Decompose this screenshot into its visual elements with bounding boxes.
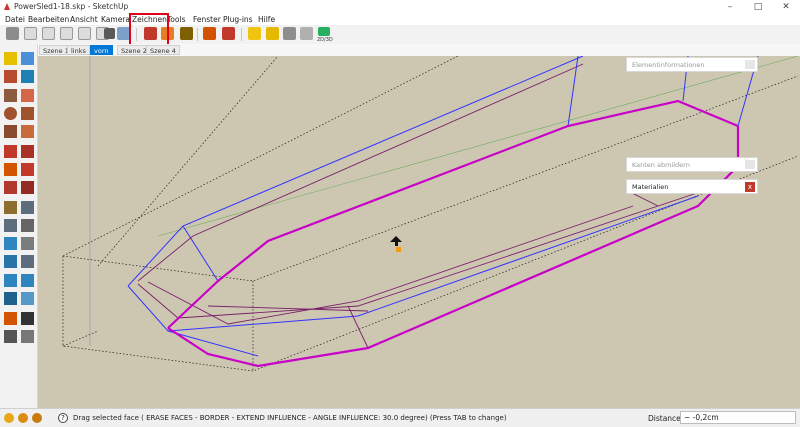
tab-vorn[interactable]: vorn [90, 45, 113, 55]
section-plane-icon[interactable] [21, 330, 34, 343]
menu-plugins[interactable]: Plug-ins [223, 15, 253, 24]
credits-icon[interactable] [18, 413, 28, 423]
top-view-icon[interactable] [24, 27, 37, 40]
text-tool-icon[interactable] [21, 219, 34, 232]
export-label: 2D/3D [317, 37, 333, 43]
materials-title: Materialien [632, 183, 669, 191]
zoom-tool-icon[interactable] [4, 274, 17, 287]
back-view-icon[interactable] [78, 27, 91, 40]
menu-fenster[interactable]: Fenster [193, 15, 221, 24]
measurement-input[interactable]: ~ -0,2cm [680, 411, 796, 424]
xray-style-icon[interactable] [104, 28, 115, 39]
soften-edges-panel[interactable]: Kanten abmildern [626, 157, 758, 172]
tab-links[interactable]: links [67, 45, 90, 55]
soften-edges-title: Kanten abmildern [632, 161, 690, 169]
rectangle-tool-icon[interactable] [4, 89, 17, 102]
circle-tool-icon[interactable] [4, 107, 17, 120]
menu-ansicht[interactable]: Ansicht [70, 15, 98, 24]
materials-panel[interactable]: Materialien x [626, 179, 758, 194]
select-tool-icon[interactable] [4, 52, 17, 65]
pie-tool-icon[interactable] [21, 125, 34, 138]
maximize-button[interactable]: □ [748, 1, 768, 13]
rotate-tool-icon[interactable] [4, 163, 17, 176]
axes-tool-icon[interactable] [4, 237, 17, 250]
3d-text-tool-icon[interactable] [21, 237, 34, 250]
close-button[interactable]: ✕ [776, 1, 796, 13]
tab-szene-4[interactable]: Szene 4 [146, 45, 180, 55]
paint-bucket-icon[interactable] [203, 27, 216, 40]
extension-icon[interactable] [222, 27, 235, 40]
export-icon[interactable] [318, 27, 330, 36]
menu-tools[interactable]: Tools [167, 15, 185, 24]
menu-bearbeiten[interactable]: Bearbeiten [28, 15, 69, 24]
measurement-label: Distance [648, 414, 681, 423]
help-icon[interactable]: ? [58, 413, 68, 423]
status-bar: ? Drag selected face ( ERASE FACES - BOR… [0, 408, 800, 427]
scene-tabs: Szene 1 links vorn Szene 2 Szene 4 [37, 44, 800, 56]
close-icon[interactable]: x [745, 182, 755, 192]
title-bar: PowerSled1-18.skp - SketchUp – □ ✕ [0, 0, 800, 14]
offset-tool-icon[interactable] [21, 181, 34, 194]
push-pull-cursor-icon [390, 236, 402, 252]
user-icon[interactable] [32, 413, 42, 423]
panel-toggle-icon[interactable] [745, 60, 755, 69]
panel-toggle-icon[interactable] [745, 160, 755, 169]
walk-tool-icon[interactable] [4, 330, 17, 343]
north-arrow-icon[interactable] [180, 27, 193, 40]
position-camera-icon[interactable] [4, 312, 17, 325]
front-view-icon[interactable] [42, 27, 55, 40]
push-pull-icon[interactable] [21, 145, 34, 158]
main-toolbar: 2D/3D [0, 25, 800, 45]
line-tool-icon[interactable] [4, 70, 17, 83]
model-drawing [62, 56, 799, 372]
paint-tool-icon[interactable] [21, 70, 34, 83]
pan-tool-icon[interactable] [21, 255, 34, 268]
menu-hilfe[interactable]: Hilfe [258, 15, 275, 24]
camera-position-icon[interactable] [248, 27, 261, 40]
modeling-viewport[interactable] [38, 56, 800, 408]
move-tool-icon[interactable] [4, 145, 17, 158]
tool-palette [0, 44, 38, 408]
menu-datei[interactable]: Datei [5, 15, 25, 24]
iso-view-icon[interactable] [6, 27, 19, 40]
polygon-tool-icon[interactable] [4, 125, 17, 138]
menu-kamera[interactable]: Kamera [101, 15, 130, 24]
geolocation-icon[interactable] [4, 413, 14, 423]
look-around-icon[interactable] [21, 312, 34, 325]
scale-tool-icon[interactable] [4, 181, 17, 194]
entity-info-panel[interactable]: Elementinformationen [626, 57, 758, 72]
status-message: Drag selected face ( ERASE FACES - BORDE… [73, 414, 507, 422]
tape-measure-icon[interactable] [4, 201, 17, 214]
dimension-tool-icon[interactable] [21, 201, 34, 214]
zoom-window-tool-icon[interactable] [21, 274, 34, 287]
entity-info-title: Elementinformationen [632, 61, 705, 69]
walk-icon[interactable] [266, 27, 279, 40]
freehand-tool-icon[interactable] [21, 89, 34, 102]
components-icon[interactable] [283, 27, 296, 40]
eraser-tool-icon[interactable] [21, 52, 34, 65]
zoom-extents-tool-icon[interactable] [4, 292, 17, 305]
warehouse-icon[interactable] [300, 27, 313, 40]
right-view-icon[interactable] [60, 27, 73, 40]
arc-tool-icon[interactable] [21, 107, 34, 120]
previous-view-icon[interactable] [21, 292, 34, 305]
minimize-button[interactable]: – [720, 1, 740, 13]
menu-bar: Datei Bearbeiten Ansicht Kamera Zeichnen… [0, 14, 800, 25]
sketchup-logo-icon [4, 3, 10, 10]
follow-me-tool-icon[interactable] [21, 163, 34, 176]
protractor-tool-icon[interactable] [4, 219, 17, 232]
window-title: PowerSled1-18.skp - SketchUp [14, 2, 129, 11]
orbit-tool-icon[interactable] [4, 255, 17, 268]
